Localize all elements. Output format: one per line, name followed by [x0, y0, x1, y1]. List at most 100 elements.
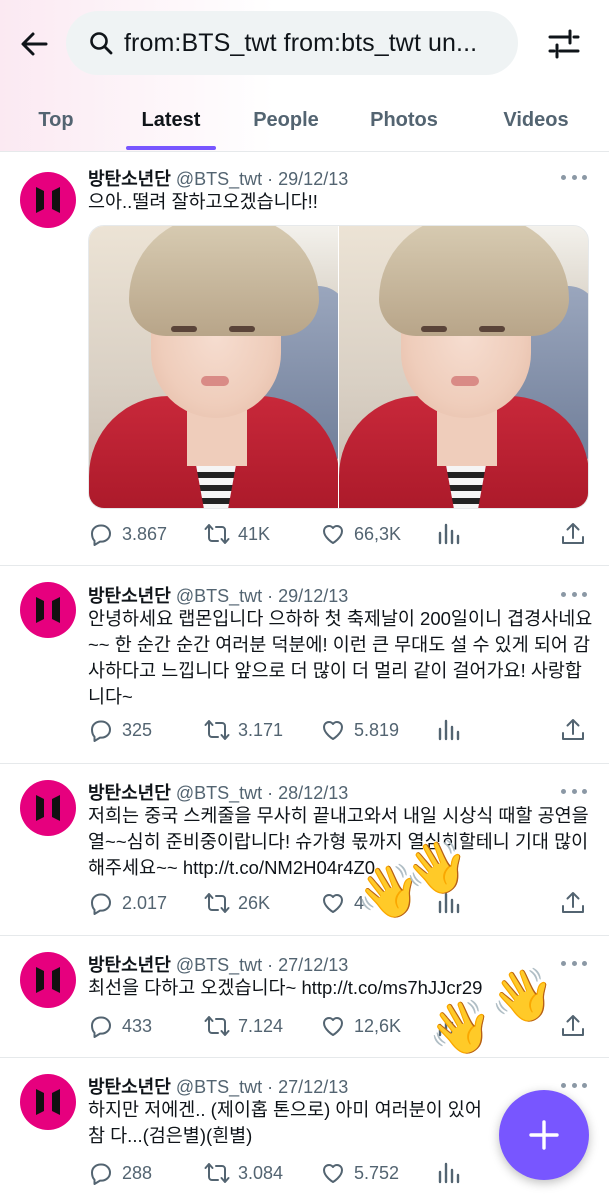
sliders-icon [548, 29, 580, 59]
views-button[interactable] [436, 1158, 470, 1188]
retweet-icon [204, 524, 230, 544]
reply-button[interactable]: 433 [88, 1011, 152, 1041]
photo-mouth [201, 376, 229, 386]
user-handle[interactable]: @BTS_twt [176, 955, 262, 975]
display-name[interactable]: 방탄소년단 [88, 783, 171, 803]
retweet-button[interactable]: 3.171 [204, 715, 283, 745]
heart-icon [323, 1017, 343, 1036]
reply-count: 433 [122, 1015, 153, 1036]
like-button[interactable]: 66,3K [320, 519, 401, 549]
reply-count: 288 [122, 1162, 153, 1183]
share-button[interactable] [560, 888, 594, 918]
tweet[interactable]: 방탄소년단 @BTS_twt · 29/12/13 안녕하세요 랩몬입니다 으하… [0, 566, 609, 764]
avatar[interactable] [20, 172, 76, 228]
retweet-button[interactable]: 7.124 [204, 1011, 283, 1041]
reply-button[interactable]: 288 [88, 1158, 152, 1188]
share-button[interactable] [560, 519, 594, 549]
tab-label: Photos [370, 108, 438, 131]
retweet-button[interactable]: 3.084 [204, 1158, 283, 1188]
tweet[interactable]: 방탄소년단 @BTS_twt · 29/12/13 으아..떨려 잘하고오겠습니… [0, 152, 609, 566]
more-options-button[interactable] [561, 1076, 587, 1094]
tab-latest[interactable]: Latest [126, 88, 216, 152]
dot-icon [582, 1082, 587, 1088]
tweet-date[interactable]: 29/12/13 [278, 586, 348, 606]
waving-hand-icon: 👋 [490, 966, 555, 1026]
avatar[interactable] [20, 1074, 76, 1130]
separator: · [267, 169, 274, 189]
share-button[interactable] [560, 1011, 594, 1041]
tab-label: People [253, 108, 319, 131]
like-button[interactable]: 12,6K [320, 1011, 401, 1041]
tweet[interactable]: 방탄소년단 @BTS_twt · 28/12/13 저희는 중국 스케줄을 무사… [0, 764, 609, 936]
reply-button[interactable]: 325 [88, 715, 152, 745]
heart-icon [323, 525, 343, 544]
retweet-button[interactable]: 26K [204, 888, 270, 918]
retweet-icon [204, 1016, 230, 1036]
waving-hand-icon: 👋 [428, 998, 493, 1058]
more-options-button[interactable] [561, 585, 587, 603]
analytics-icon [438, 719, 460, 741]
retweet-icon [204, 720, 230, 740]
user-handle[interactable]: @BTS_twt [176, 1077, 262, 1097]
search-tabs: Top Latest People Photos Videos [0, 88, 609, 152]
tweet-text: 저희는 중국 스케줄을 무사히 끝내고와서 내일 시상식 때할 공연을 열~~심… [88, 805, 589, 878]
dot-icon [571, 174, 577, 180]
tweet-actions: 3.867 41K 66,3K [88, 519, 593, 549]
dot-icon [582, 788, 587, 794]
tweet-photo[interactable] [89, 226, 338, 508]
compose-button[interactable] [499, 1090, 589, 1180]
retweet-count: 3.171 [238, 719, 284, 740]
tab-label: Top [38, 108, 74, 131]
back-arrow-icon [21, 32, 48, 56]
bts-logo-icon [36, 597, 60, 623]
avatar[interactable] [20, 952, 76, 1008]
reply-button[interactable]: 2.017 [88, 888, 167, 918]
display-name[interactable]: 방탄소년단 [88, 955, 171, 975]
bts-logo-icon [36, 1089, 60, 1115]
user-handle[interactable]: @BTS_twt [176, 169, 262, 189]
user-handle[interactable]: @BTS_twt [176, 783, 262, 803]
search-input[interactable]: from:BTS_twt from:bts_twt un... [66, 11, 518, 75]
display-name[interactable]: 방탄소년단 [88, 169, 171, 189]
tweet-date[interactable]: 29/12/13 [278, 169, 348, 189]
tweet-date[interactable]: 27/12/13 [278, 955, 348, 975]
tweet-actions: 325 3.171 5.819 [88, 715, 593, 745]
tweet-date[interactable]: 28/12/13 [278, 783, 348, 803]
display-name[interactable]: 방탄소년단 [88, 586, 171, 606]
display-name[interactable]: 방탄소년단 [88, 1077, 171, 1097]
avatar[interactable] [20, 582, 76, 638]
back-button[interactable] [14, 24, 54, 64]
tweet-text: 안녕하세요 랩몬입니다 으하하 첫 축제날이 200일이니 겹경사네요~~ 한 … [88, 608, 593, 707]
dot-icon [561, 788, 566, 794]
more-options-button[interactable] [561, 168, 587, 186]
retweet-button[interactable]: 41K [204, 519, 270, 549]
like-count: 5.752 [354, 1162, 400, 1183]
more-options-button[interactable] [561, 954, 587, 972]
more-options-button[interactable] [561, 782, 587, 800]
user-handle[interactable]: @BTS_twt [176, 586, 262, 606]
tweet-date[interactable]: 27/12/13 [278, 1077, 348, 1097]
like-button[interactable]: 5.819 [320, 715, 399, 745]
views-button[interactable] [436, 519, 470, 549]
photo-hair [379, 226, 569, 336]
avatar[interactable] [20, 780, 76, 836]
tweet-header: 방탄소년단 @BTS_twt · 28/12/13 [88, 779, 348, 805]
tweet-header: 방탄소년단 @BTS_twt · 27/12/13 [88, 1073, 348, 1099]
like-button[interactable]: 5.752 [320, 1158, 399, 1188]
reply-count: 2.017 [122, 892, 168, 913]
tweet-text: 으아..떨려 잘하고오겠습니다!! [88, 191, 318, 212]
tab-top[interactable]: Top [10, 88, 102, 152]
tweet-photo[interactable] [339, 226, 588, 508]
retweet-icon [204, 893, 230, 913]
share-icon [562, 892, 584, 913]
reply-button[interactable]: 3.867 [88, 519, 167, 549]
share-button[interactable] [560, 715, 594, 745]
tweet-media[interactable] [88, 225, 589, 509]
tab-people[interactable]: People [240, 88, 332, 152]
dot-icon [571, 960, 577, 966]
tab-photos[interactable]: Photos [358, 88, 450, 152]
tab-videos[interactable]: Videos [490, 88, 582, 152]
views-button[interactable] [436, 715, 470, 745]
retweet-count: 26K [238, 892, 271, 913]
search-filter-button[interactable] [543, 24, 585, 64]
